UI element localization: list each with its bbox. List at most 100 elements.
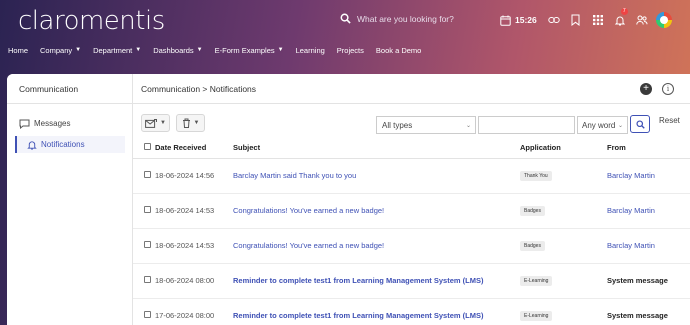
content-area: Communication > Notifications + i ▼ ▼ Al… <box>133 74 690 325</box>
nav-item-book-a-demo[interactable]: Book a Demo <box>376 46 421 55</box>
column-header-from[interactable]: From <box>607 138 690 159</box>
envelope-icon <box>145 118 158 128</box>
row-from-link[interactable]: Barclay Martin <box>607 158 690 194</box>
match-mode-select[interactable]: Any word ⌄ <box>577 116 628 134</box>
bell-icon <box>27 140 37 150</box>
chevron-down-icon: ▼ <box>196 47 203 53</box>
breadcrumb: Communication > Notifications <box>141 83 257 94</box>
mark-read-menu-button[interactable]: ▼ <box>141 114 170 132</box>
sidebar-item-notifications[interactable]: Notifications <box>15 136 125 153</box>
apps-button[interactable] <box>587 11 609 29</box>
row-from: System message <box>607 263 690 299</box>
column-header-date[interactable]: Date Received <box>155 138 233 159</box>
clock-widget[interactable]: 15:26 <box>500 15 537 26</box>
search-placeholder[interactable]: What are you looking for? <box>357 14 454 24</box>
nav-item-learning[interactable]: Learning <box>296 46 325 55</box>
bookmark-button[interactable] <box>565 11 587 29</box>
row-checkbox[interactable] <box>144 241 151 248</box>
bookmark-icon <box>571 14 580 26</box>
user-avatar-button[interactable] <box>653 11 675 29</box>
message-icon <box>19 119 30 129</box>
row-checkbox[interactable] <box>144 311 151 318</box>
row-date: 17-06-2024 08:00 <box>155 298 233 325</box>
table-row[interactable]: 18-06-2024 14:53 Congratulations! You've… <box>133 228 690 264</box>
notifications-button[interactable]: 7 <box>609 8 631 29</box>
apps-grid-icon <box>592 15 603 25</box>
caret-down-icon: ▼ <box>193 120 200 126</box>
row-date: 18-06-2024 14:56 <box>155 158 233 194</box>
search-input[interactable] <box>478 116 575 134</box>
avatar <box>655 12 672 28</box>
sidebar-item-label: Messages <box>34 119 71 128</box>
delete-menu-button[interactable]: ▼ <box>176 114 205 132</box>
people-icon <box>636 15 648 25</box>
search-icon <box>340 13 351 24</box>
row-date: 18-06-2024 08:00 <box>155 263 233 299</box>
row-checkbox[interactable] <box>144 206 151 213</box>
application-badge: E-Learning <box>520 276 553 286</box>
nav-item-dashboards[interactable]: Dashboards ▼ <box>153 46 202 55</box>
calendar-icon <box>500 15 511 26</box>
link-icon <box>548 17 560 23</box>
row-checkbox[interactable] <box>144 171 151 178</box>
table-row[interactable]: 18-06-2024 14:56 Barclay Martin said Tha… <box>133 158 690 194</box>
nav-item-company[interactable]: Company ▼ <box>40 46 81 55</box>
add-button[interactable]: + <box>640 83 652 95</box>
table-row[interactable]: 18-06-2024 14:53 Congratulations! You've… <box>133 193 690 229</box>
notification-count-badge: 7 <box>620 8 628 15</box>
application-badge: E-Learning <box>520 311 553 321</box>
nav-item-department[interactable]: Department ▼ <box>93 46 141 55</box>
clock-time: 15:26 <box>515 15 537 25</box>
type-filter-select[interactable]: All types ⌄ <box>376 116 476 134</box>
row-subject-link[interactable]: Reminder to complete test1 from Learning… <box>233 263 520 299</box>
info-button[interactable]: i <box>662 83 674 95</box>
link-button[interactable] <box>543 11 565 29</box>
row-date: 18-06-2024 14:53 <box>155 228 233 264</box>
nav-item-eform-examples[interactable]: E-Form Examples ▼ <box>215 46 284 55</box>
table-row[interactable]: 17-06-2024 08:00 Reminder to complete te… <box>133 298 690 325</box>
row-from: System message <box>607 298 690 325</box>
main-panel: Communication Messages Notifications Com… <box>7 74 690 325</box>
row-subject-link[interactable]: Congratulations! You've earned a new bad… <box>233 193 520 229</box>
sidebar-title: Communication <box>7 74 132 104</box>
trash-icon <box>182 118 190 128</box>
select-all-cell <box>133 138 155 159</box>
global-search[interactable]: What are you looking for? <box>340 13 454 24</box>
row-from-link[interactable]: Barclay Martin <box>607 193 690 229</box>
nav-item-projects[interactable]: Projects <box>337 46 364 55</box>
toolbar: ▼ ▼ All types ⌄ Any word ⌄ Reset <box>133 112 690 134</box>
reset-button[interactable]: Reset <box>659 116 680 125</box>
table-header-row: Date Received Subject Application From <box>133 138 690 159</box>
row-subject-link[interactable]: Barclay Martin said Thank you to you <box>233 158 520 194</box>
nav-item-home[interactable]: Home <box>8 46 28 55</box>
sidebar: Communication Messages Notifications <box>7 74 133 325</box>
row-checkbox[interactable] <box>144 276 151 283</box>
chevron-down-icon: ⌄ <box>465 122 471 129</box>
header-actions: 15:26 7 <box>500 8 675 29</box>
match-mode-value: Any word <box>582 120 616 130</box>
type-filter-value: All types <box>382 120 413 130</box>
top-bar: claromentis What are you looking for? 15… <box>0 0 690 40</box>
chevron-down-icon: ▼ <box>277 47 284 53</box>
bell-icon <box>614 16 625 25</box>
content-header: Communication > Notifications + i <box>133 74 690 104</box>
app-logo[interactable]: claromentis <box>18 6 165 36</box>
column-header-application[interactable]: Application <box>520 138 607 159</box>
select-all-checkbox[interactable] <box>144 143 151 151</box>
row-date: 18-06-2024 14:53 <box>155 193 233 229</box>
search-button[interactable] <box>630 115 650 133</box>
notifications-table: Date Received Subject Application From 1… <box>133 138 690 325</box>
application-badge: Badges <box>520 241 545 251</box>
table-row[interactable]: 18-06-2024 08:00 Reminder to complete te… <box>133 263 690 299</box>
column-header-subject[interactable]: Subject <box>233 138 520 159</box>
chevron-down-icon: ▼ <box>75 47 82 53</box>
people-button[interactable] <box>631 11 653 29</box>
sidebar-item-messages[interactable]: Messages <box>7 115 132 132</box>
chevron-down-icon: ⌄ <box>617 122 623 129</box>
row-subject-link[interactable]: Reminder to complete test1 from Learning… <box>233 298 520 325</box>
row-subject-link[interactable]: Congratulations! You've earned a new bad… <box>233 228 520 264</box>
chevron-down-icon: ▼ <box>135 47 142 53</box>
row-from-link[interactable]: Barclay Martin <box>607 228 690 264</box>
main-nav: Home Company ▼ Department ▼ Dashboards ▼ E-… <box>0 40 690 60</box>
search-icon <box>635 119 645 129</box>
